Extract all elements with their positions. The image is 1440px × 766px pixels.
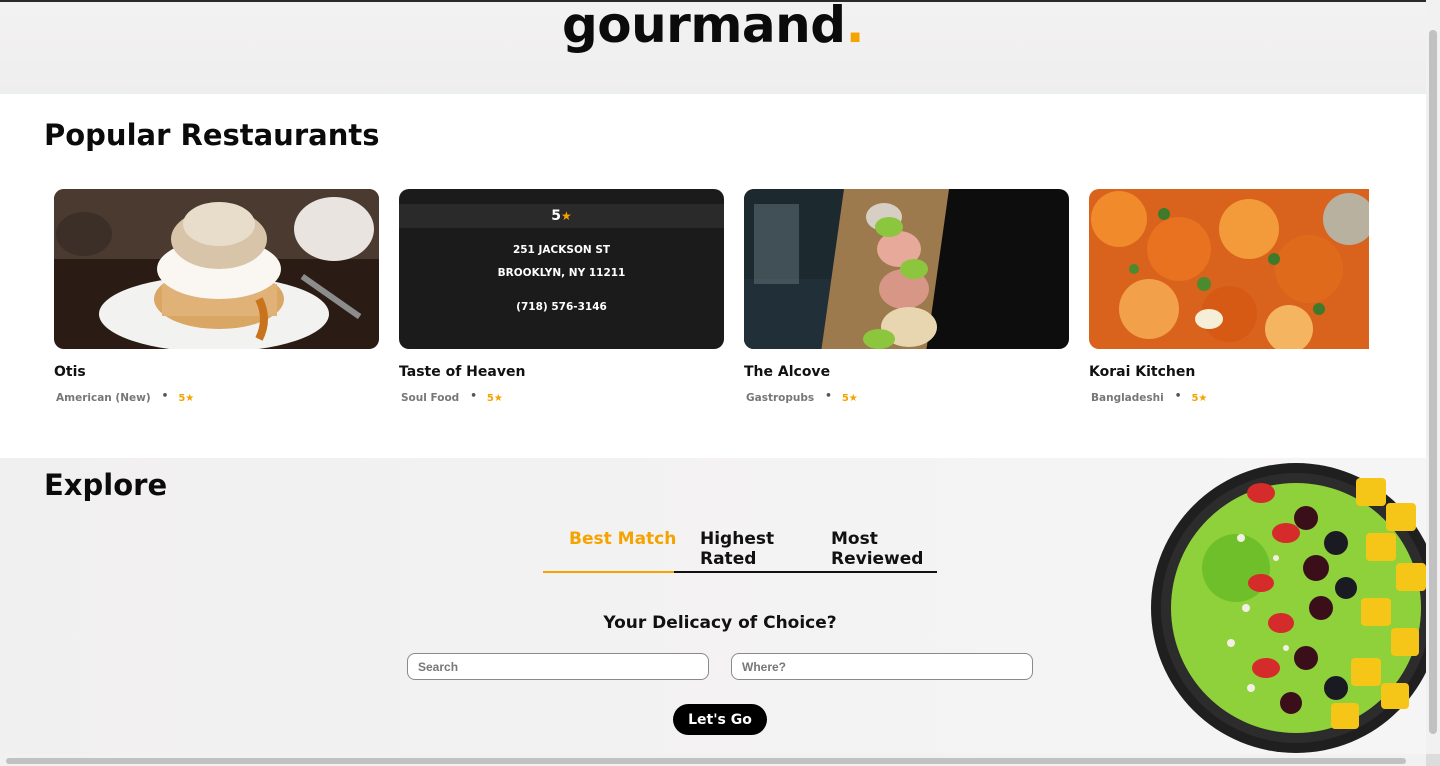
restaurant-meta: Bangladeshi • 5★ xyxy=(1091,390,1208,404)
restaurant-category: Gastropubs xyxy=(746,392,815,404)
restaurant-meta: Gastropubs • 5★ xyxy=(746,390,858,404)
star-icon: ★ xyxy=(560,209,572,223)
lets-go-button[interactable]: Let's Go xyxy=(673,704,767,735)
restaurant-rating: 5★ xyxy=(178,393,195,404)
address-line-2: BROOKLYN, NY 11211 xyxy=(497,267,626,279)
acai-bowl-image xyxy=(1151,463,1426,753)
restaurant-card[interactable]: 5★ 251 JACKSON ST BROOKLYN, NY 11211 (71… xyxy=(399,189,724,404)
separator-dot: • xyxy=(161,390,169,402)
explore-section: Explore Best Match Highest Rated Most Re… xyxy=(0,458,1426,754)
address-line-1: 251 JACKSON ST xyxy=(512,244,611,256)
logo[interactable]: gourmand. xyxy=(0,0,1426,54)
restaurant-name[interactable]: The Alcove xyxy=(744,364,830,380)
restaurant-name[interactable]: Taste of Heaven xyxy=(399,364,525,380)
restaurant-carousel: Otis American (New) • 5★ 5★ 251 JACKSON ST… xyxy=(54,189,1369,419)
tab-most-reviewed[interactable]: Most Reviewed xyxy=(805,528,937,573)
location-input[interactable] xyxy=(731,653,1033,680)
restaurant-category: American (New) xyxy=(56,392,151,404)
restaurant-rating: 5★ xyxy=(486,393,503,404)
restaurant-card[interactable]: Korai Kitchen Bangladeshi • 5★ xyxy=(1089,189,1369,404)
vertical-scrollbar[interactable] xyxy=(1426,0,1440,766)
site-header: gourmand. xyxy=(0,0,1426,94)
separator-dot: • xyxy=(1174,390,1182,402)
search-input[interactable] xyxy=(407,653,709,680)
restaurant-category: Soul Food xyxy=(401,392,460,404)
tab-label: Highest Rated xyxy=(700,529,775,569)
horizontal-scrollbar[interactable] xyxy=(0,754,1426,766)
popular-restaurants-section: Popular Restaurants Otis American (New) … xyxy=(0,94,1426,458)
restaurant-meta: Soul Food • 5★ xyxy=(401,390,503,404)
restaurant-name[interactable]: Otis xyxy=(54,364,86,380)
restaurant-photo[interactable] xyxy=(1089,189,1369,349)
restaurant-hover-panel[interactable]: 5★ 251 JACKSON ST BROOKLYN, NY 11211 (71… xyxy=(399,189,724,349)
tab-label: Most Reviewed xyxy=(831,529,924,569)
tab-best-match[interactable]: Best Match xyxy=(543,528,676,573)
horizontal-scroll-thumb[interactable] xyxy=(6,758,1406,764)
restaurant-rating: 5★ xyxy=(841,393,858,404)
phone-number[interactable]: (718) 576-3146 xyxy=(399,301,724,313)
restaurant-photo[interactable] xyxy=(744,189,1069,349)
sort-tabs: Best Match Highest Rated Most Reviewed xyxy=(543,528,937,574)
restaurant-rating: 5★ xyxy=(1191,393,1208,404)
separator-dot: • xyxy=(825,390,832,402)
hover-rating: 5★ xyxy=(399,204,724,228)
explore-title: Explore xyxy=(44,468,168,502)
restaurant-card[interactable]: The Alcove Gastropubs • 5★ xyxy=(744,189,1069,404)
tab-label: Best Match xyxy=(569,529,677,549)
vertical-scroll-thumb[interactable] xyxy=(1429,30,1437,734)
separator-dot: • xyxy=(470,390,477,402)
hover-rating-value: 5 xyxy=(551,208,561,224)
restaurant-card[interactable]: Otis American (New) • 5★ xyxy=(54,189,379,404)
tab-highest-rated[interactable]: Highest Rated xyxy=(674,528,805,573)
restaurant-meta: American (New) • 5★ xyxy=(56,390,195,404)
restaurant-name[interactable]: Korai Kitchen xyxy=(1089,364,1195,380)
popular-title: Popular Restaurants xyxy=(44,118,380,152)
restaurant-photo[interactable] xyxy=(54,189,379,349)
logo-text: gourmand xyxy=(561,0,846,54)
restaurant-category: Bangladeshi xyxy=(1091,392,1164,404)
logo-dot: . xyxy=(845,0,865,54)
scrollbar-corner xyxy=(1426,754,1440,766)
